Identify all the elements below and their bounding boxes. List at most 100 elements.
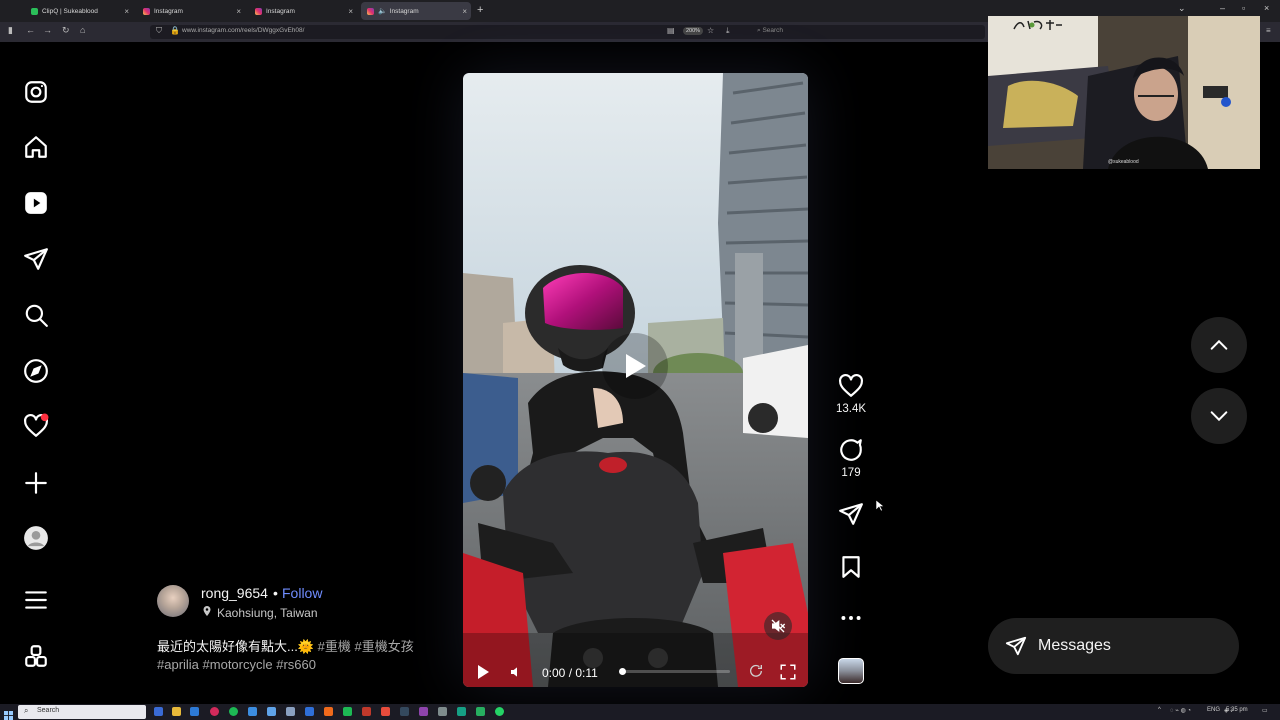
system-clock[interactable]: 5:35 pm bbox=[1226, 707, 1248, 713]
like-action[interactable]: 13.4K bbox=[834, 373, 868, 415]
instagram-favicon-icon bbox=[143, 7, 150, 15]
browser-tab[interactable]: Instagram × bbox=[137, 2, 245, 20]
minimize-icon[interactable]: – bbox=[1220, 3, 1225, 13]
app-icon[interactable] bbox=[190, 707, 199, 716]
app-icon[interactable] bbox=[362, 707, 371, 716]
zoom-level-badge[interactable]: 200% bbox=[683, 27, 704, 35]
author-avatar[interactable] bbox=[157, 585, 189, 617]
bookmark-star-icon[interactable]: ☆ bbox=[707, 26, 714, 35]
share-send-icon[interactable] bbox=[838, 501, 864, 527]
tab-title: Instagram bbox=[389, 7, 419, 15]
close-tab-icon[interactable]: × bbox=[348, 7, 353, 16]
task-view-icon[interactable] bbox=[154, 707, 163, 716]
back-icon[interactable]: ← bbox=[26, 25, 35, 35]
like-count: 13.4K bbox=[835, 403, 867, 415]
explore-compass-icon[interactable] bbox=[22, 357, 50, 385]
direct-send-icon[interactable] bbox=[22, 245, 50, 273]
forward-icon[interactable]: → bbox=[43, 25, 52, 35]
save-action[interactable] bbox=[834, 554, 868, 580]
url-text[interactable]: www.instagram.com/reels/DWggxGvEh08/ bbox=[182, 27, 304, 34]
comment-action[interactable]: 179 bbox=[834, 437, 868, 479]
clipq-favicon-icon bbox=[31, 7, 38, 15]
browser-tab-active[interactable]: 🔈 Instagram × bbox=[361, 2, 471, 20]
previous-reel-button[interactable] bbox=[1191, 317, 1247, 373]
messages-button[interactable]: Messages bbox=[988, 618, 1239, 674]
search-icon[interactable] bbox=[22, 301, 50, 329]
comment-count: 179 bbox=[841, 467, 861, 479]
app-icon[interactable] bbox=[267, 707, 276, 716]
app-menu-icon[interactable]: ≡ bbox=[1266, 26, 1271, 35]
app-icon[interactable] bbox=[305, 707, 314, 716]
audio-thumbnail[interactable] bbox=[838, 658, 864, 684]
more-options-action[interactable] bbox=[834, 605, 868, 631]
browser-tab[interactable]: ClipQ | Sukeablood × bbox=[25, 2, 133, 20]
tray-icons[interactable]: ◌ ⌁ ◍ ◔ bbox=[1170, 707, 1191, 714]
download-icon[interactable]: ⤓ bbox=[726, 26, 730, 36]
volume-icon[interactable] bbox=[507, 664, 523, 680]
reader-view-icon[interactable]: ▤ bbox=[667, 26, 675, 35]
language-indicator[interactable]: ENG bbox=[1207, 707, 1220, 713]
app-icon[interactable] bbox=[286, 707, 295, 716]
close-tab-icon[interactable]: × bbox=[462, 7, 467, 16]
windows-start-icon[interactable] bbox=[4, 707, 13, 720]
file-explorer-icon[interactable] bbox=[172, 707, 181, 716]
caption-text: 最近的太陽好像有點大...🌞 bbox=[157, 639, 315, 654]
app-icon[interactable] bbox=[438, 707, 447, 716]
firefox-icon[interactable] bbox=[324, 707, 333, 716]
comment-icon[interactable] bbox=[838, 437, 864, 463]
app-icon[interactable] bbox=[476, 707, 485, 716]
instagram-favicon-icon bbox=[367, 7, 374, 15]
lock-icon[interactable]: 🔒 bbox=[170, 26, 180, 35]
video-progress-bar[interactable] bbox=[622, 670, 730, 673]
also-from-meta-icon[interactable] bbox=[22, 642, 50, 670]
new-tab-button[interactable]: + bbox=[477, 4, 483, 16]
whatsapp-icon[interactable] bbox=[495, 707, 504, 716]
heart-icon[interactable] bbox=[838, 373, 864, 399]
browser-search-box[interactable]: ⌕ Search bbox=[757, 27, 783, 35]
notifications-heart-icon[interactable] bbox=[22, 412, 50, 440]
maximize-icon[interactable]: ▫ bbox=[1242, 3, 1245, 13]
shield-icon[interactable]: ⛉ bbox=[156, 26, 162, 36]
instagram-logo-icon[interactable] bbox=[22, 78, 50, 106]
reload-icon[interactable]: ↻ bbox=[62, 25, 70, 36]
more-dots-icon[interactable] bbox=[838, 605, 864, 631]
home-icon[interactable] bbox=[22, 133, 50, 161]
share-action[interactable] bbox=[834, 501, 868, 527]
sidebar-toggle-icon[interactable]: ▮ bbox=[8, 25, 13, 36]
home-icon[interactable]: ⌂ bbox=[80, 25, 85, 35]
profile-icon[interactable] bbox=[22, 524, 50, 552]
author-username[interactable]: rong_9654 bbox=[201, 585, 268, 601]
browser-tab[interactable]: Instagram × bbox=[249, 2, 357, 20]
follow-button[interactable]: Follow bbox=[282, 585, 322, 601]
notification-center-icon[interactable]: ▭ bbox=[1262, 707, 1268, 714]
create-plus-icon[interactable] bbox=[22, 469, 50, 497]
bookmark-icon[interactable] bbox=[838, 554, 864, 580]
more-menu-icon[interactable] bbox=[22, 586, 50, 614]
tab-list-chevron-icon[interactable]: ⌄ bbox=[1178, 3, 1186, 14]
replay-icon[interactable] bbox=[748, 663, 764, 679]
app-icon[interactable] bbox=[381, 707, 390, 716]
next-reel-button[interactable] bbox=[1191, 388, 1247, 444]
app-icon[interactable] bbox=[419, 707, 428, 716]
tab-title: Instagram bbox=[154, 7, 183, 15]
play-overlay-button[interactable] bbox=[602, 333, 668, 399]
spotify-icon[interactable] bbox=[229, 707, 238, 716]
chevron-down-icon bbox=[1210, 411, 1228, 422]
app-icon[interactable] bbox=[210, 707, 219, 716]
chevron-up-icon bbox=[1210, 339, 1228, 350]
progress-scrubber-handle[interactable] bbox=[619, 668, 626, 675]
messages-label: Messages bbox=[1038, 637, 1111, 654]
reels-icon[interactable] bbox=[22, 189, 50, 217]
app-icon[interactable] bbox=[343, 707, 352, 716]
app-icon[interactable] bbox=[400, 707, 409, 716]
app-icon[interactable] bbox=[248, 707, 257, 716]
close-tab-icon[interactable]: × bbox=[236, 7, 241, 16]
tray-chevron-icon[interactable]: ^ bbox=[1158, 707, 1161, 713]
post-location[interactable]: Kaohsiung, Taiwan bbox=[217, 606, 318, 620]
close-tab-icon[interactable]: × bbox=[124, 7, 129, 16]
mute-toggle-button[interactable] bbox=[764, 612, 792, 640]
fullscreen-icon[interactable] bbox=[779, 663, 797, 681]
close-window-icon[interactable]: × bbox=[1264, 3, 1269, 13]
play-icon[interactable] bbox=[476, 664, 490, 680]
app-icon[interactable] bbox=[457, 707, 466, 716]
